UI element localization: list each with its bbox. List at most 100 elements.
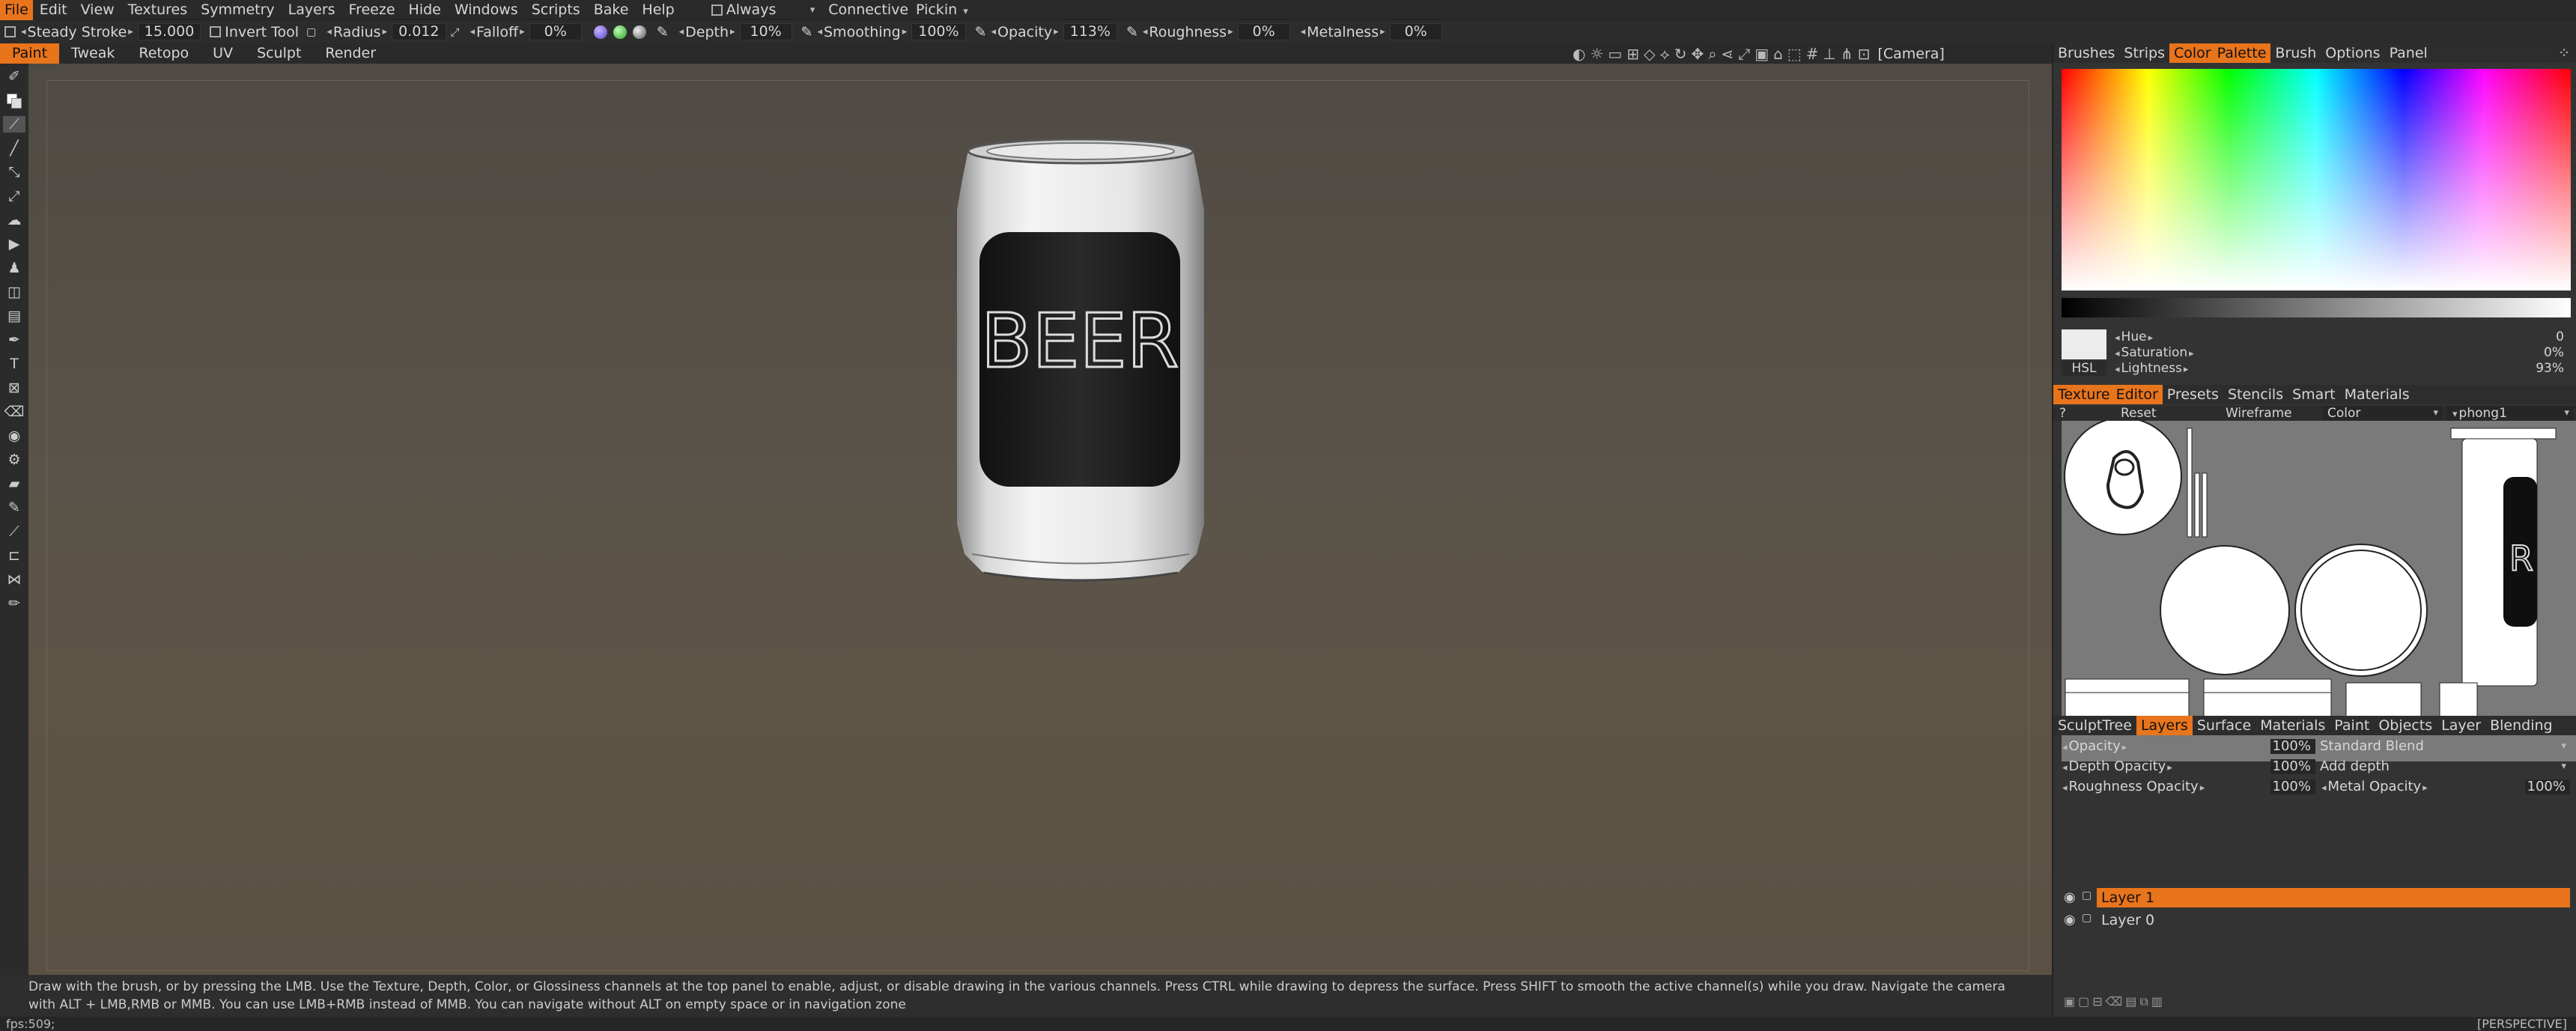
rotate-icon[interactable]: ↻ — [1674, 45, 1687, 63]
grid-icon[interactable]: ⊞ — [1626, 45, 1639, 63]
link-icon[interactable]: ⤢ — [451, 25, 460, 39]
picker-icon[interactable]: ✎ — [3, 499, 25, 516]
channel-dropdown[interactable]: Color ▾ — [2323, 406, 2443, 421]
paste-icon[interactable]: ▥ — [2151, 994, 2166, 1009]
layer-opacity-row[interactable]: ◂ Opacity ▸ 100% Standard Blend ▾ — [2053, 737, 2576, 756]
arrow-left-icon[interactable]: ◂ — [679, 26, 684, 37]
uv-texture-view[interactable]: R — [2062, 421, 2576, 761]
layer-row-active[interactable]: Layer 1 — [2097, 888, 2570, 907]
menu-freeze[interactable]: Freeze — [342, 0, 402, 20]
brush-icon[interactable]: ✐ — [3, 68, 25, 85]
tab-surface[interactable]: Surface — [2193, 716, 2255, 735]
smudge-icon[interactable]: ☁ — [3, 212, 25, 228]
roughness-opacity-value[interactable]: 100% — [2270, 779, 2315, 794]
always-checkbox[interactable] — [711, 4, 723, 16]
connective-label[interactable]: Connective — [828, 1, 908, 18]
lightness-row[interactable]: ◂ Lightness ▸ 93% — [2113, 361, 2570, 376]
invert-tool-option[interactable]: Invert Tool ▢ — [205, 20, 321, 43]
radius-option[interactable]: ◂ Radius ▸ 0.012 ⤢ — [321, 20, 464, 43]
tab-render[interactable]: Render — [313, 43, 388, 64]
contrast-icon[interactable]: ◐ — [1573, 45, 1585, 63]
3d-viewport[interactable]: BEER — [28, 64, 2052, 975]
steady-stroke-option[interactable]: ◂ Steady Stroke ▸ 15.000 — [0, 20, 205, 43]
tab-layers[interactable]: Layers — [2136, 716, 2193, 735]
lock-icon[interactable]: ▢ — [306, 26, 316, 38]
spray-icon[interactable]: ▶ — [3, 236, 25, 252]
arrow-right-icon[interactable]: ▸ — [1054, 26, 1059, 37]
lock-icon[interactable]: ▢ — [2082, 912, 2092, 924]
roughness-value[interactable]: 0% — [1237, 23, 1290, 40]
text-tool-icon[interactable]: T — [3, 356, 25, 372]
depth-sphere-icon[interactable] — [593, 25, 607, 39]
sun-icon[interactable]: ☼ — [1590, 45, 1603, 63]
share-icon[interactable]: ⋖ — [1721, 45, 1734, 63]
menu-help[interactable]: Help — [635, 0, 681, 20]
arrow-right-icon[interactable]: ▸ — [1228, 26, 1233, 37]
opacity-value[interactable]: 113% — [1063, 23, 1117, 40]
falloff-value[interactable]: 0% — [529, 23, 582, 40]
menu-scripts[interactable]: Scripts — [525, 0, 587, 20]
camera-dropdown[interactable]: [Camera] — [1877, 46, 1944, 62]
frame-icon[interactable]: ▭ — [1608, 45, 1622, 63]
menu-symmetry[interactable]: Symmetry — [194, 0, 282, 20]
fit-icon[interactable]: ⤢ — [1738, 45, 1750, 63]
tab-sculpt[interactable]: Sculpt — [245, 43, 313, 64]
trash-icon[interactable]: ⌫ — [2106, 994, 2126, 1009]
arrow-left-icon[interactable]: ◂ — [1301, 26, 1306, 37]
arrow-left-icon[interactable]: ◂ — [21, 26, 26, 37]
panel-menu-icon[interactable]: ⁘ — [2558, 45, 2570, 61]
tab-materials[interactable]: Materials — [2340, 385, 2414, 404]
layer-opacity-value[interactable]: 100% — [2270, 739, 2315, 754]
lock-icon[interactable]: ▢ — [2082, 889, 2092, 901]
saturation-value[interactable]: 0% — [2544, 345, 2564, 360]
fill-icon[interactable]: ◫ — [3, 284, 25, 300]
tab-strips[interactable]: Strips — [2119, 43, 2169, 63]
falloff-option[interactable]: ◂ Falloff ▸ 0% — [464, 20, 586, 43]
folder-icon[interactable]: ▤ — [2125, 994, 2139, 1009]
menu-layers[interactable]: Layers — [282, 0, 342, 20]
arrow-left-icon[interactable]: ◂ — [1143, 26, 1148, 37]
arrow-right-icon[interactable]: ▸ — [520, 26, 525, 37]
roughness-opacity-row[interactable]: ◂ Roughness Opacity ▸ 100% ◂ Metal Opacity ▸… — [2053, 777, 2576, 797]
tab-panel[interactable]: Panel — [2385, 43, 2432, 63]
home-icon[interactable]: ⌂ — [1773, 45, 1783, 63]
smoothing-option[interactable]: ✎ ◂ Smoothing ▸ 100% — [797, 20, 970, 43]
depth-option[interactable]: ◂ Depth ▸ 10% — [673, 20, 797, 43]
gloss-sphere-icon[interactable] — [632, 25, 646, 39]
tab-brushes[interactable]: Brushes — [2053, 43, 2119, 63]
tab-uv[interactable]: UV — [201, 43, 245, 64]
arrow-left-icon[interactable]: ◂ — [470, 26, 476, 37]
tab-presets[interactable]: Presets — [2163, 385, 2223, 404]
pen-path-icon[interactable]: ✒ — [3, 332, 25, 348]
menu-bake[interactable]: Bake — [587, 0, 636, 20]
box-icon[interactable]: ▣ — [1755, 45, 1769, 63]
tab-palette[interactable]: Palette — [2212, 43, 2271, 63]
projection-mode[interactable]: [PERSPECTIVE] — [2477, 1017, 2567, 1031]
wireframe-toggle[interactable]: Wireframe — [2226, 406, 2292, 421]
lightness-value[interactable]: 93% — [2536, 361, 2564, 376]
tab-smart[interactable]: Smart — [2288, 385, 2339, 404]
layer-row[interactable]: Layer 0 — [2097, 910, 2570, 930]
duplicate-layer-icon[interactable]: ▢ — [2078, 994, 2092, 1009]
transform-tool-icon[interactable]: ⊠ — [3, 380, 25, 396]
tab-editor[interactable]: Editor — [2111, 385, 2163, 404]
spline-tool-icon[interactable]: ⤢ — [3, 188, 25, 204]
color-sphere-icon[interactable] — [613, 25, 627, 39]
hue-value[interactable]: 0 — [2556, 329, 2564, 344]
menu-textures[interactable]: Textures — [121, 0, 194, 20]
steady-stroke-checkbox[interactable] — [4, 26, 16, 37]
transform-icon[interactable]: ⟡ — [1659, 45, 1669, 63]
color-swatch-icon[interactable] — [3, 92, 25, 109]
gear-icon[interactable]: ⚙ — [3, 451, 25, 468]
lightness-slider[interactable] — [2062, 298, 2571, 317]
blend-mode-dropdown[interactable]: Standard Blend ▾ — [2320, 737, 2571, 756]
reset-button[interactable]: Reset — [2121, 406, 2157, 421]
depth-opacity-row[interactable]: ◂ Depth Opacity ▸ 100% Add depth ▾ — [2053, 757, 2576, 776]
tab-brush[interactable]: Brush — [2270, 43, 2321, 63]
tab-stencils[interactable]: Stencils — [2223, 385, 2288, 404]
tab-paint-objects[interactable]: Paint — [2330, 716, 2374, 735]
arrow-left-icon[interactable]: ◂ — [817, 26, 822, 37]
drop-icon[interactable]: ◇ — [1644, 45, 1655, 63]
current-color-swatch[interactable] — [2062, 329, 2106, 359]
tab-layer[interactable]: Layer — [2437, 716, 2485, 735]
